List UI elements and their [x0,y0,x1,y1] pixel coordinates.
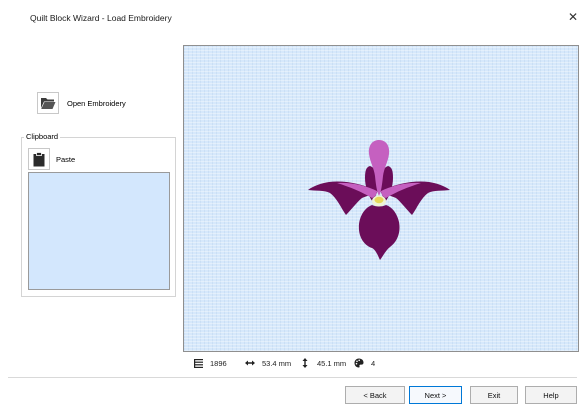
design-height: 45.1 mm [317,358,347,368]
back-button[interactable]: < Back [345,386,405,404]
exit-button[interactable]: Exit [470,386,518,404]
clipboard-preview [28,172,170,290]
next-button[interactable]: Next > [409,386,462,404]
palette-icon [354,358,364,368]
close-icon[interactable]: ✕ [568,11,578,23]
height-icon [300,358,310,368]
paste-label: Paste [56,154,76,164]
design-width: 53.4 mm [262,358,292,368]
footer-divider [8,377,577,378]
embroidery-preview-canvas[interactable] [183,45,579,352]
open-embroidery-button[interactable]: Open Embroidery [37,92,126,114]
clipboard-icon [28,148,50,170]
folder-open-icon [37,92,59,114]
status-bar: 1896 53.4 mm 45.1 mm 4 [193,358,375,368]
stitch-count-icon [193,358,203,368]
width-icon [245,358,255,368]
title-bar: Quilt Block Wizard - Load Embroidery ✕ [0,0,585,36]
clipboard-legend: Clipboard [24,132,61,141]
stitch-count: 1896 [210,358,227,368]
open-embroidery-label: Open Embroidery [67,98,126,108]
help-button[interactable]: Help [525,386,577,404]
window-title: Quilt Block Wizard - Load Embroidery [30,13,172,23]
color-count: 4 [371,358,376,368]
clipboard-group: Clipboard Paste [21,132,176,297]
embroidery-design [308,140,450,260]
paste-button[interactable]: Paste [28,148,75,170]
